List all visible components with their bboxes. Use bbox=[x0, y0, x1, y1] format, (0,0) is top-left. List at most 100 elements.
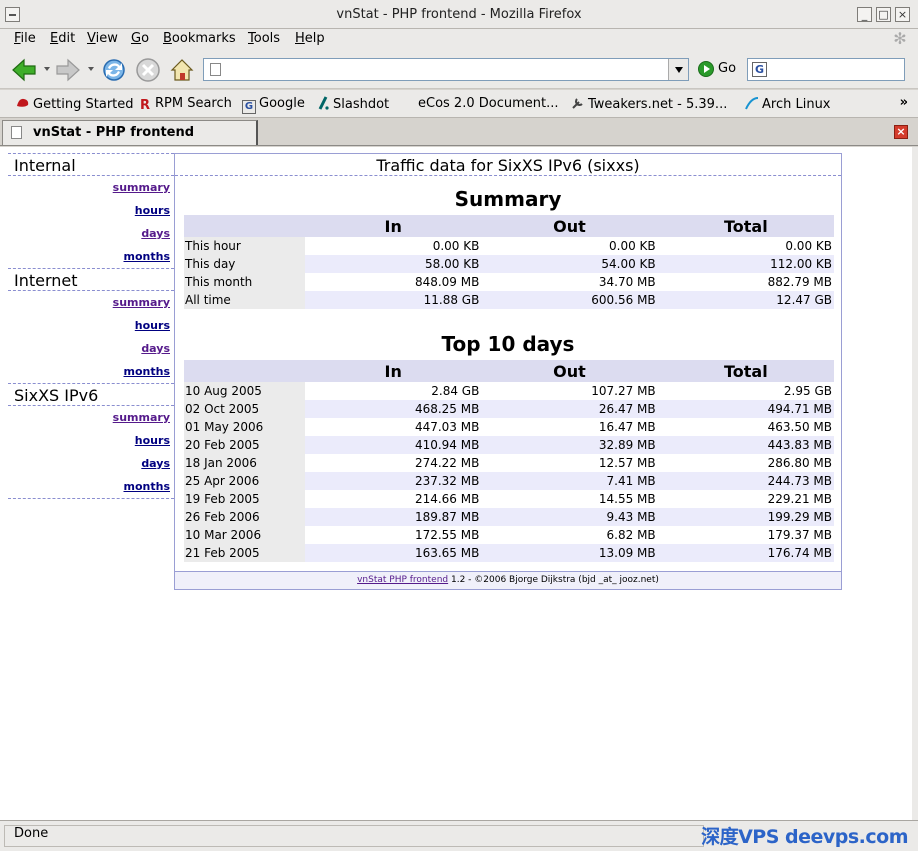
throbber-icon: ✻ bbox=[893, 29, 907, 48]
row-in: 163.65 MB bbox=[305, 544, 482, 562]
sidebar-divider bbox=[8, 498, 174, 499]
row-total: 2.95 GB bbox=[657, 382, 834, 400]
rpm-icon: R bbox=[140, 98, 151, 113]
more-bookmarks-icon[interactable]: » bbox=[900, 95, 908, 110]
sidebar-link-months[interactable]: months bbox=[8, 360, 174, 383]
sidebar-link-summary[interactable]: summary bbox=[8, 291, 174, 314]
sidebar-link-days[interactable]: days bbox=[8, 222, 174, 245]
sidebar-group-internet: Internet summary hours days months bbox=[8, 268, 174, 383]
row-out: 9.43 MB bbox=[481, 508, 658, 526]
bookmark-arch-linux[interactable]: Arch Linux bbox=[745, 96, 831, 112]
forward-history-icon[interactable] bbox=[88, 67, 94, 71]
row-label: 19 Feb 2005 bbox=[184, 490, 305, 508]
table-header-out: Out bbox=[481, 215, 658, 237]
sidebar-link-days[interactable]: days bbox=[8, 337, 174, 360]
row-total: 443.83 MB bbox=[657, 436, 834, 454]
table-row: This month 848.09 MB 34.70 MB 882.79 MB bbox=[184, 273, 834, 291]
table-header-blank bbox=[184, 215, 305, 237]
row-in: 58.00 KB bbox=[305, 255, 482, 273]
bookmark-google[interactable]: G Google bbox=[242, 96, 305, 114]
row-in: 2.84 GB bbox=[305, 382, 482, 400]
bookmark-ecos[interactable]: eCos 2.0 Document... bbox=[418, 96, 559, 111]
sidebar-link-hours[interactable]: hours bbox=[8, 314, 174, 337]
row-total: 463.50 MB bbox=[657, 418, 834, 436]
table-header-in: In bbox=[305, 215, 482, 237]
row-in: 214.66 MB bbox=[305, 490, 482, 508]
stop-icon[interactable] bbox=[134, 56, 162, 84]
table-row: 18 Jan 2006 274.22 MB 12.57 MB 286.80 MB bbox=[184, 454, 834, 472]
search-bar[interactable]: G bbox=[747, 58, 905, 81]
row-out: 107.27 MB bbox=[481, 382, 658, 400]
sidebar-link-hours[interactable]: hours bbox=[8, 429, 174, 452]
reload-icon[interactable] bbox=[100, 56, 128, 84]
row-label: 18 Jan 2006 bbox=[184, 454, 305, 472]
row-out: 14.55 MB bbox=[481, 490, 658, 508]
sidebar-link-hours[interactable]: hours bbox=[8, 199, 174, 222]
url-bar[interactable] bbox=[203, 58, 689, 81]
menu-edit[interactable]: Edit bbox=[50, 31, 75, 46]
back-history-icon[interactable] bbox=[44, 67, 50, 71]
tab-vnstat[interactable]: vnStat - PHP frontend bbox=[2, 120, 258, 145]
table-row: 26 Feb 2006 189.87 MB 9.43 MB 199.29 MB bbox=[184, 508, 834, 526]
close-window-icon[interactable]: × bbox=[895, 7, 910, 22]
footer-text: 1.2 - ©2006 Bjorge Dijkstra (bjd _at_ jo… bbox=[448, 575, 659, 585]
bookmark-slashdot[interactable]: Slashdot bbox=[316, 96, 389, 112]
table-row: 02 Oct 2005 468.25 MB 26.47 MB 494.71 MB bbox=[184, 400, 834, 418]
sidebar-group-internal: Internal summary hours days months bbox=[8, 153, 174, 268]
menu-view[interactable]: View bbox=[87, 31, 118, 46]
home-icon[interactable] bbox=[168, 56, 196, 84]
maximize-icon[interactable]: □ bbox=[876, 7, 891, 22]
forward-icon[interactable] bbox=[54, 56, 82, 84]
row-label: This hour bbox=[184, 237, 305, 255]
sidebar-group-sixxs: SixXS IPv6 summary hours days months bbox=[8, 383, 174, 499]
back-icon[interactable] bbox=[10, 56, 38, 84]
menu-tools[interactable]: Tools bbox=[248, 31, 280, 46]
table-row: 19 Feb 2005 214.66 MB 14.55 MB 229.21 MB bbox=[184, 490, 834, 508]
minimize-icon[interactable]: _ bbox=[857, 7, 872, 22]
row-total: 244.73 MB bbox=[657, 472, 834, 490]
table-row: This day 58.00 KB 54.00 KB 112.00 KB bbox=[184, 255, 834, 273]
menu-file[interactable]: File bbox=[14, 31, 36, 46]
sidebar-link-summary[interactable]: summary bbox=[8, 176, 174, 199]
menu-bookmarks[interactable]: Bookmarks bbox=[163, 31, 236, 46]
table-row: 01 May 2006 447.03 MB 16.47 MB 463.50 MB bbox=[184, 418, 834, 436]
bookmark-tweakers[interactable]: Tweakers.net - 5.39... bbox=[571, 96, 727, 112]
status-text: Done bbox=[14, 826, 49, 841]
menu-help[interactable]: Help bbox=[295, 31, 325, 46]
table-row: This hour 0.00 KB 0.00 KB 0.00 KB bbox=[184, 237, 834, 255]
top10-table: In Out Total 10 Aug 2005 2.84 GB 107.27 MB… bbox=[184, 360, 834, 562]
sidebar-link-summary[interactable]: summary bbox=[8, 406, 174, 429]
summary-rows: This hour 0.00 KB 0.00 KB 0.00 KB This day 58… bbox=[184, 237, 834, 309]
bookmark-rpm-search[interactable]: R RPM Search bbox=[140, 96, 232, 113]
row-out: 32.89 MB bbox=[481, 436, 658, 454]
window-title-bar: vnStat - PHP frontend - Mozilla Firefox … bbox=[0, 0, 918, 29]
table-header-out: Out bbox=[481, 360, 658, 382]
row-out: 600.56 MB bbox=[481, 291, 658, 309]
row-total: 179.37 MB bbox=[657, 526, 834, 544]
slashdot-icon bbox=[318, 96, 329, 110]
row-out: 12.57 MB bbox=[481, 454, 658, 472]
sidebar-link-months[interactable]: months bbox=[8, 245, 174, 268]
url-history-dropdown[interactable] bbox=[668, 59, 688, 80]
bookmark-getting-started[interactable]: Getting Started bbox=[16, 96, 134, 112]
row-label: 01 May 2006 bbox=[184, 418, 305, 436]
google-search-icon[interactable]: G bbox=[752, 62, 767, 77]
row-label: 26 Feb 2006 bbox=[184, 508, 305, 526]
row-label: 20 Feb 2005 bbox=[184, 436, 305, 454]
search-input[interactable] bbox=[772, 61, 902, 78]
sidebar-link-days[interactable]: days bbox=[8, 452, 174, 475]
top10-rows: 10 Aug 2005 2.84 GB 107.27 MB 2.95 GB 02 Oct… bbox=[184, 382, 834, 562]
sidebar-link-months[interactable]: months bbox=[8, 475, 174, 498]
close-tab-icon[interactable]: × bbox=[894, 125, 908, 139]
page-icon bbox=[210, 63, 221, 76]
page-footer: vnStat PHP frontend 1.2 - ©2006 Bjorge D… bbox=[175, 571, 841, 589]
status-bar: Done 深度VPS deevps.com bbox=[0, 820, 918, 851]
menu-bar: File Edit View Go Bookmarks Tools Help ✻ bbox=[0, 29, 918, 51]
row-total: 286.80 MB bbox=[657, 454, 834, 472]
menu-go[interactable]: Go bbox=[131, 31, 149, 46]
url-input[interactable] bbox=[226, 61, 666, 78]
sidebar-heading: Internet bbox=[8, 268, 174, 291]
row-label: All time bbox=[184, 291, 305, 309]
vnstat-link[interactable]: vnStat PHP frontend bbox=[357, 575, 448, 585]
row-in: 11.88 GB bbox=[305, 291, 482, 309]
